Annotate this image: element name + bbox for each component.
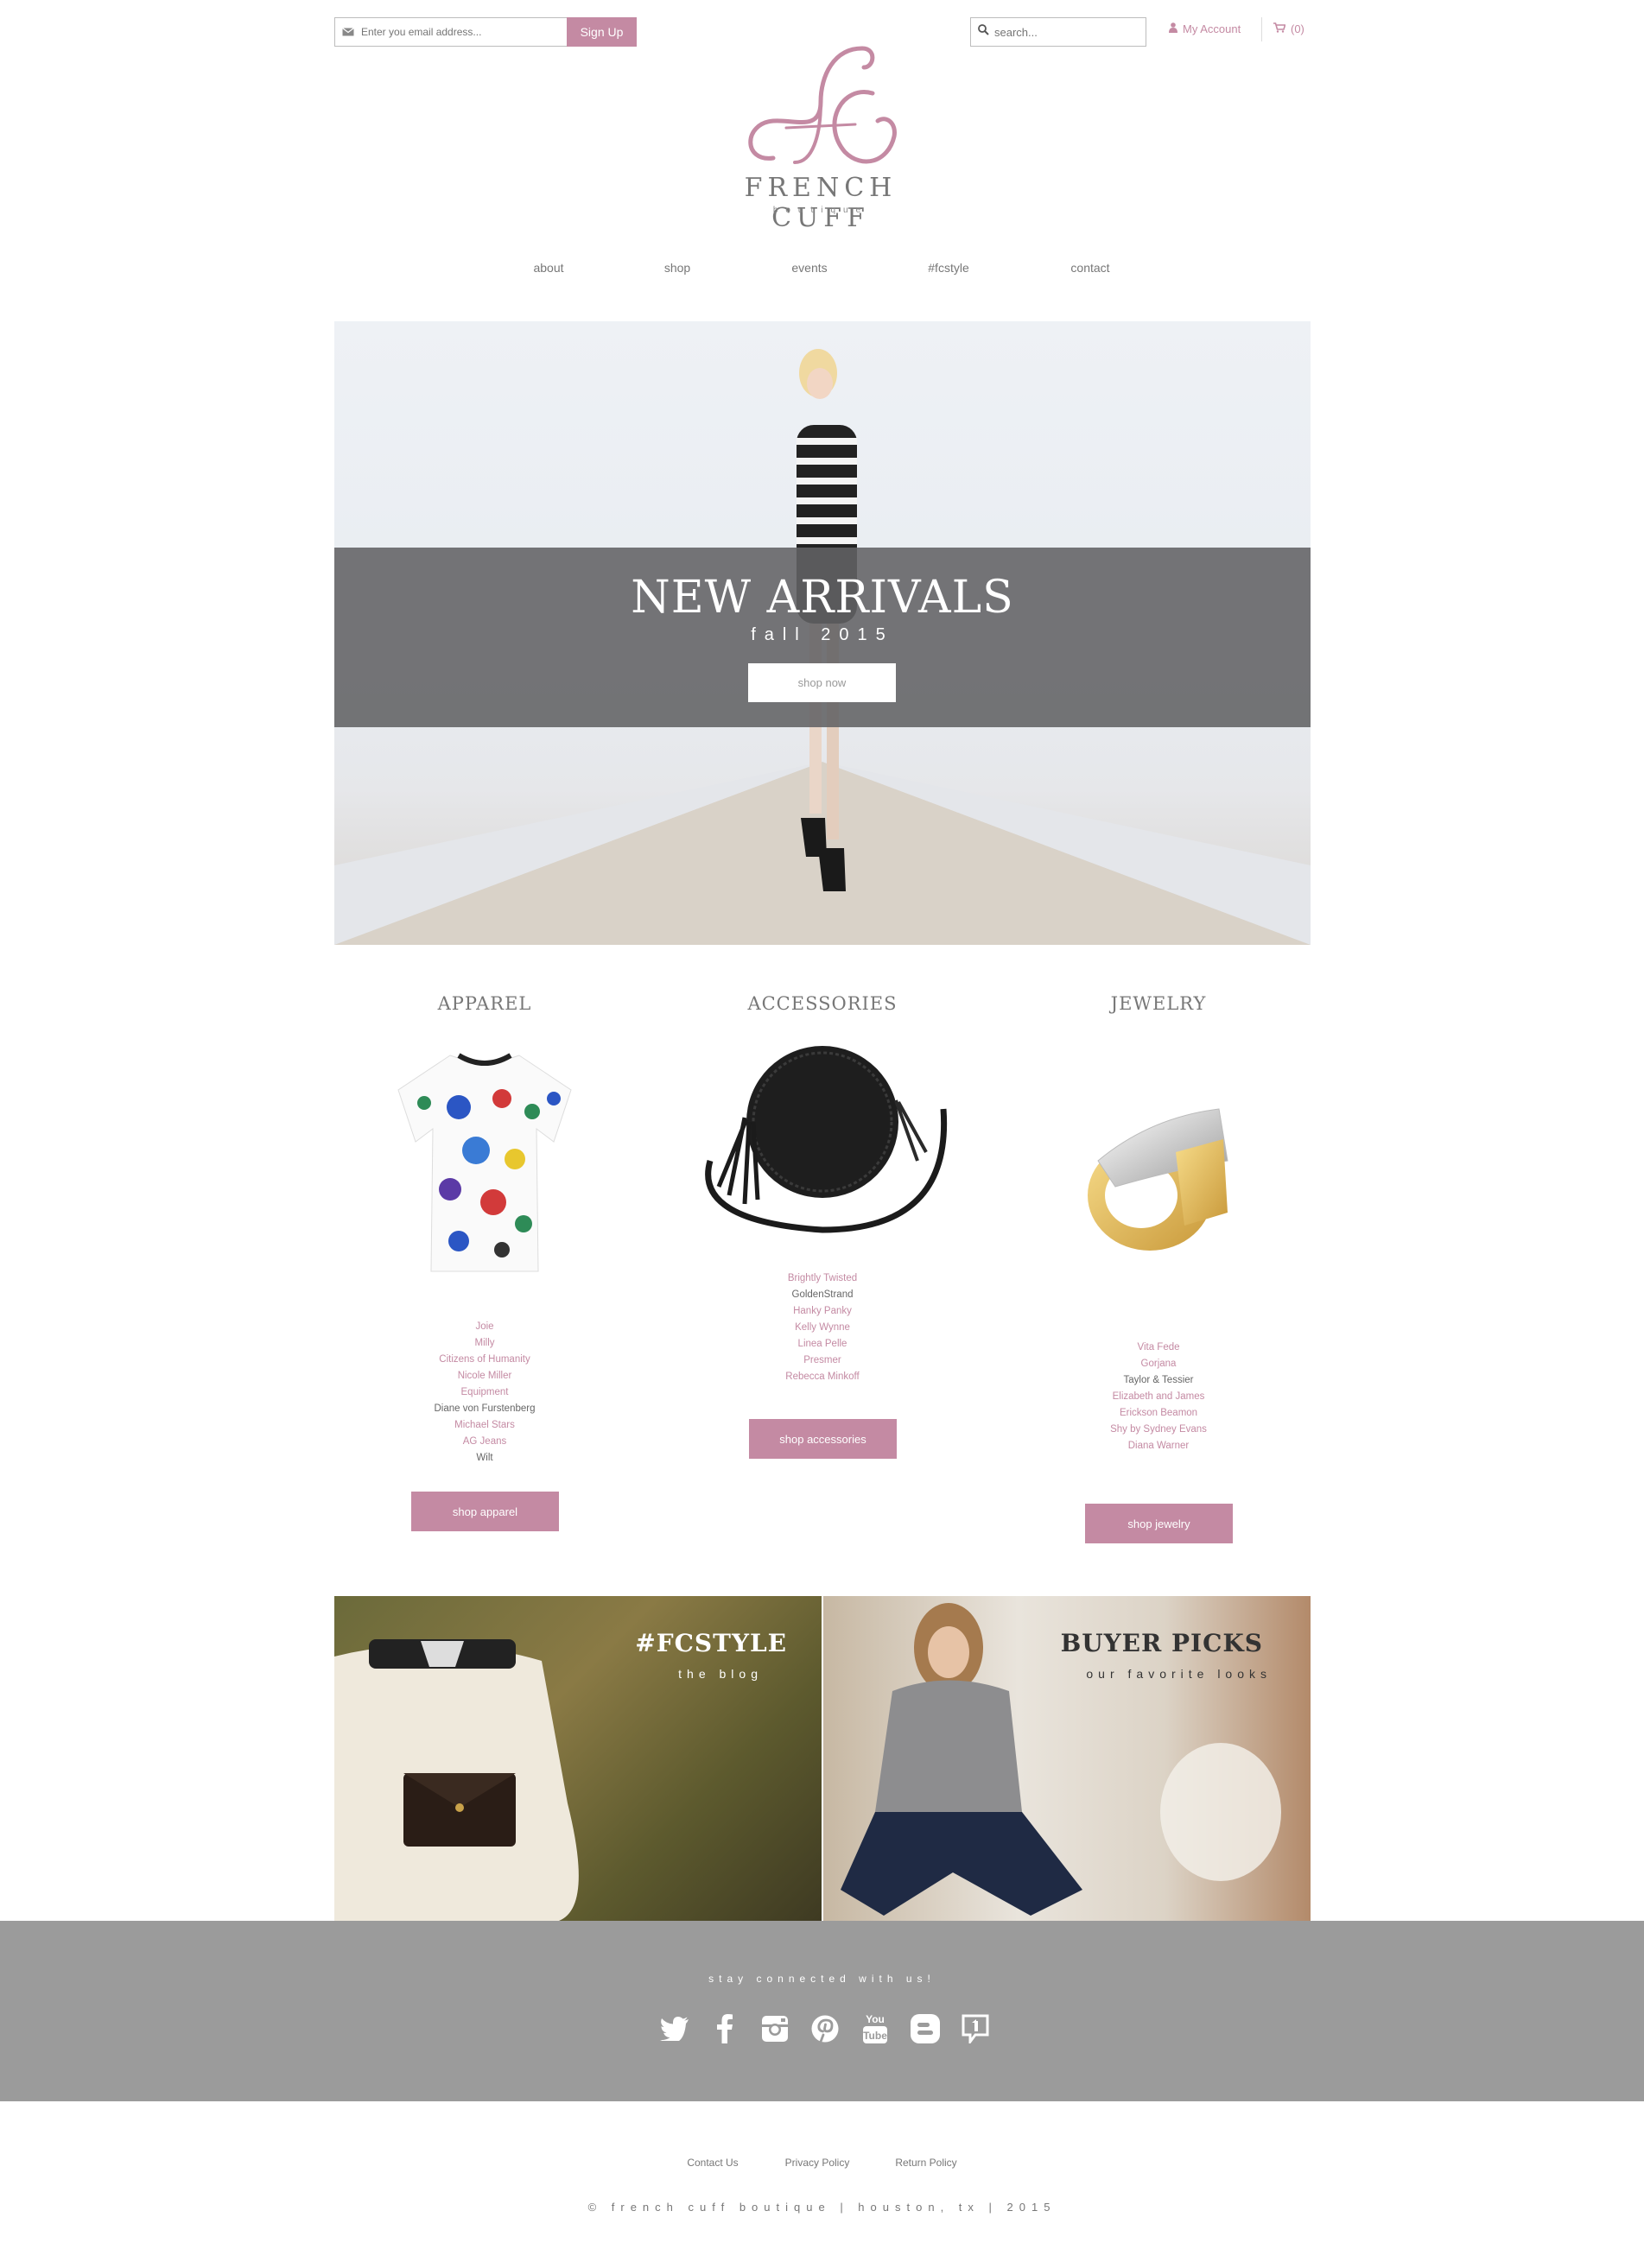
cart-icon — [1273, 22, 1286, 35]
instagram-icon[interactable] — [757, 2011, 793, 2047]
ring-image[interactable] — [1046, 1066, 1271, 1290]
social-band: stay connected with us! You Tube — [0, 1921, 1644, 2101]
footer-privacy-policy[interactable]: Privacy Policy — [785, 2157, 850, 2169]
svg-text:You: You — [866, 2013, 885, 2025]
footer-contact-us[interactable]: Contact Us — [687, 2157, 738, 2169]
brand-link[interactable]: Equipment — [329, 1384, 640, 1401]
nav-contact[interactable]: contact — [1070, 261, 1109, 275]
buyer-picks-subtitle: our favorite looks — [1086, 1667, 1272, 1681]
nav-events[interactable]: events — [791, 261, 827, 275]
fcstyle-blog-tile[interactable]: #FCSTYLE the blog — [334, 1596, 822, 1921]
brand-link[interactable]: GoldenStrand — [667, 1287, 978, 1303]
category-jewelry: JEWELRY Vita Fede Gorjana Taylor & Tessi… — [1003, 993, 1314, 1454]
envelope-icon — [335, 28, 361, 36]
fcstyle-subtitle: the blog — [678, 1667, 763, 1681]
facebook-icon[interactable] — [707, 2011, 743, 2047]
brand-link[interactable]: AG Jeans — [329, 1434, 640, 1450]
category-title: JEWELRY — [1110, 993, 1207, 1014]
brand-link[interactable]: Michael Stars — [329, 1417, 640, 1434]
category-apparel: APPAREL Joie Milly Citizens of Humanity … — [329, 993, 640, 1467]
nav-fcstyle[interactable]: #fcstyle — [928, 261, 968, 275]
nav-shop[interactable]: shop — [664, 261, 690, 275]
newsletter-email-input[interactable] — [361, 26, 567, 38]
brand-link[interactable]: Diana Warner — [1003, 1438, 1314, 1454]
brand-link[interactable]: Wilt — [329, 1450, 640, 1467]
social-icons: You Tube — [657, 2011, 993, 2047]
fcstyle-title: #FCSTYLE — [635, 1629, 787, 1657]
brand-link[interactable]: Diane von Furstenberg — [329, 1401, 640, 1417]
connect-title: stay connected with us! — [708, 1973, 936, 1985]
header-divider — [1261, 17, 1262, 41]
brand-link[interactable]: Shy by Sydney Evans — [1003, 1422, 1314, 1438]
jewelry-brand-list: Vita Fede Gorjana Taylor & Tessier Eliza… — [1003, 1340, 1314, 1454]
user-icon — [1169, 22, 1177, 35]
brand-link[interactable]: Citizens of Humanity — [329, 1352, 640, 1368]
category-title: ACCESSORIES — [747, 993, 898, 1014]
floral-shirt-image[interactable] — [372, 1029, 597, 1280]
shop-now-button[interactable]: shop now — [748, 663, 896, 702]
shop-apparel-button[interactable]: shop apparel — [411, 1492, 559, 1531]
youtube-icon[interactable]: You Tube — [857, 2011, 893, 2047]
buyer-picks-title: BUYER PICKS — [1060, 1629, 1263, 1657]
brand-link[interactable]: Elizabeth and James — [1003, 1389, 1314, 1405]
cart-link[interactable]: (0) — [1273, 22, 1304, 35]
brand-link[interactable]: Vita Fede — [1003, 1340, 1314, 1356]
buyer-picks-tile[interactable]: BUYER PICKS our favorite looks — [823, 1596, 1311, 1921]
newsletter-email-field[interactable] — [334, 17, 568, 47]
twitter-icon[interactable] — [657, 2011, 693, 2047]
blogger-icon[interactable] — [907, 2011, 943, 2047]
brand-link[interactable]: Kelly Wynne — [667, 1320, 978, 1336]
nav-about[interactable]: about — [533, 261, 563, 275]
brand-link[interactable]: Erickson Beamon — [1003, 1405, 1314, 1422]
bloglovin-icon[interactable] — [957, 2011, 993, 2047]
brand-link[interactable]: Joie — [329, 1319, 640, 1335]
hero-subtitle: fall 2015 — [751, 625, 894, 644]
shop-accessories-button[interactable]: shop accessories — [749, 1419, 897, 1459]
brand-logo[interactable]: FRENCH CUFF boutique — [691, 41, 950, 233]
cart-count: (0) — [1291, 22, 1304, 35]
category-title: APPAREL — [437, 993, 532, 1014]
brand-tagline: boutique — [772, 206, 869, 215]
pinterest-icon[interactable] — [807, 2011, 843, 2047]
brand-link[interactable]: Taylor & Tessier — [1003, 1372, 1314, 1389]
brand-link[interactable]: Hanky Panky — [667, 1303, 978, 1320]
my-account-label: My Account — [1183, 22, 1241, 35]
brand-link[interactable]: Brightly Twisted — [667, 1270, 978, 1287]
svg-text:Tube: Tube — [863, 2030, 887, 2042]
my-account-link[interactable]: My Account — [1169, 22, 1241, 35]
brand-link[interactable]: Gorjana — [1003, 1356, 1314, 1372]
category-accessories: ACCESSORIES Brightly Twisted GoldenStran… — [667, 993, 978, 1385]
footer-return-policy[interactable]: Return Policy — [895, 2157, 956, 2169]
accessories-brand-list: Brightly Twisted GoldenStrand Hanky Pank… — [667, 1270, 978, 1385]
brand-link[interactable]: Linea Pelle — [667, 1336, 978, 1353]
fc-monogram-icon — [748, 46, 897, 164]
search-input[interactable] — [994, 25, 1133, 39]
brand-link[interactable]: Milly — [329, 1335, 640, 1352]
search-field[interactable] — [970, 17, 1146, 47]
search-icon — [978, 24, 989, 40]
round-bag-image[interactable] — [667, 1031, 978, 1247]
apparel-brand-list: Joie Milly Citizens of Humanity Nicole M… — [329, 1319, 640, 1467]
brand-name: FRENCH CUFF — [744, 173, 898, 233]
signup-button[interactable]: Sign Up — [567, 17, 637, 47]
brand-link[interactable]: Presmer — [667, 1353, 978, 1369]
hero-title: NEW ARRIVALS — [631, 572, 1014, 624]
hero-banner[interactable]: NEW ARRIVALS fall 2015 shop now — [334, 321, 1311, 945]
brand-link[interactable]: Rebecca Minkoff — [667, 1369, 978, 1385]
shop-jewelry-button[interactable]: shop jewelry — [1085, 1504, 1233, 1543]
copyright: © french cuff boutique | houston, tx | 2… — [587, 2201, 1057, 2214]
brand-link[interactable]: Nicole Miller — [329, 1368, 640, 1384]
